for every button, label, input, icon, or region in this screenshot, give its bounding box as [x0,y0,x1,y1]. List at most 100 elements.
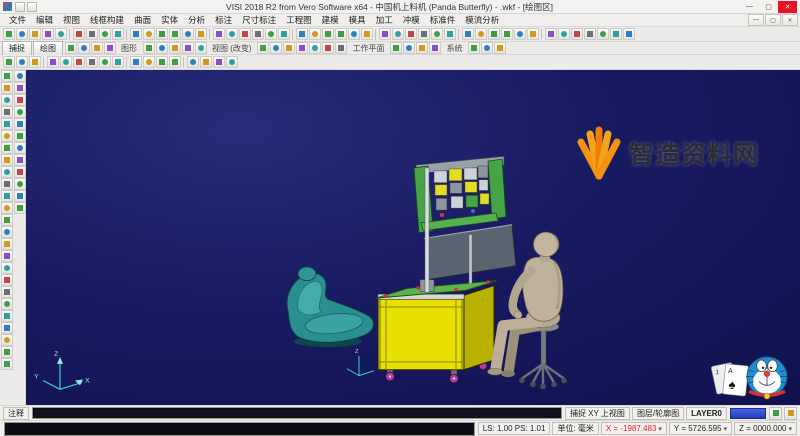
toolbar-icon[interactable] [156,42,168,54]
toolbar-icon[interactable] [86,56,98,68]
toolbar-icon[interactable] [130,28,142,40]
toolbar-icon[interactable] [309,42,321,54]
toolbar-icon[interactable] [3,28,15,40]
toolbar-icon[interactable] [501,28,513,40]
coordinate-y[interactable]: Y = 5726.595 [669,422,732,435]
menu-item[interactable]: 线框构建 [85,14,129,26]
toolbar-icon[interactable] [156,56,168,68]
toolbar-icon[interactable] [14,190,26,202]
scale-indicator[interactable]: LS: 1.00 PS: 1.01 [478,422,551,435]
toolbar-icon[interactable] [494,42,506,54]
menu-item[interactable]: 冲模 [398,14,425,26]
viewport-3d[interactable]: Z X Y Z J A ♠ [26,70,800,405]
maximize-button[interactable]: ▢ [759,1,778,13]
menu-item[interactable]: 标准件 [425,14,461,26]
toolbar-icon[interactable] [200,56,212,68]
toolbar-icon[interactable] [392,28,404,40]
child-minimize-button[interactable]: — [748,14,764,26]
toolbar-icon[interactable] [1,154,13,166]
toolbar-icon[interactable] [187,56,199,68]
menu-item[interactable]: 模具 [344,14,371,26]
toolbar-tab[interactable]: 捕捉 [2,41,32,56]
menu-item[interactable]: 编辑 [31,14,58,26]
toolbar-icon[interactable] [1,298,13,310]
toolbar-icon[interactable] [1,322,13,334]
toolbar-icon[interactable] [169,56,181,68]
toolbar-icon[interactable] [112,56,124,68]
toolbar-icon[interactable] [213,28,225,40]
toolbar-icon[interactable] [1,310,13,322]
toolbar-icon[interactable] [195,42,207,54]
quick-access-icon[interactable] [27,2,37,12]
toolbar-icon[interactable] [73,28,85,40]
toolbar-icon[interactable] [545,28,557,40]
toolbar-icon[interactable] [379,28,391,40]
toolbar-icon[interactable] [527,28,539,40]
toolbar-icon[interactable] [14,166,26,178]
toolbar-icon[interactable] [143,56,155,68]
view-mode-indicator[interactable]: 图层/轮廓图 [632,407,684,420]
toolbar-icon[interactable] [283,42,295,54]
toolbar-icon[interactable] [1,262,13,274]
toolbar-icon[interactable] [1,142,13,154]
toolbar-icon[interactable] [597,28,609,40]
toolbar-icon[interactable] [60,56,72,68]
toolbar-icon[interactable] [1,190,13,202]
toolbar-icon[interactable] [514,28,526,40]
toolbar-icon[interactable] [14,94,26,106]
toolbar-icon[interactable] [1,334,13,346]
toolbar-icon[interactable] [16,56,28,68]
menu-item[interactable]: 实体 [156,14,183,26]
layer-indicator[interactable]: LAYER0 [686,407,727,420]
toolbar-icon[interactable] [296,42,308,54]
toolbar-icon[interactable] [1,286,13,298]
toolbar-icon[interactable] [265,28,277,40]
toolbar-icon[interactable] [322,42,334,54]
toolbar-icon[interactable] [16,28,28,40]
toolbar-icon[interactable] [1,166,13,178]
toolbar-icon[interactable] [47,56,59,68]
toolbar-icon[interactable] [416,42,428,54]
toolbar-icon[interactable] [1,202,13,214]
toolbar-icon[interactable] [1,118,13,130]
toolbar-icon[interactable] [475,28,487,40]
toolbar-icon[interactable] [239,28,251,40]
toolbar-icon[interactable] [104,42,116,54]
toolbar-icon[interactable] [1,94,13,106]
toolbar-icon[interactable] [623,28,635,40]
toolbar-icon[interactable] [143,28,155,40]
toolbar-icon[interactable] [481,42,493,54]
toolbar-icon[interactable] [1,250,13,262]
toolbar-icon[interactable] [1,274,13,286]
chevron-down-icon[interactable] [724,424,728,433]
toolbar-icon[interactable] [322,28,334,40]
menu-item[interactable]: 模流分析 [460,14,504,26]
toolbar-icon[interactable] [143,42,155,54]
toolbar-icon[interactable] [257,42,269,54]
toolbar-icon[interactable] [130,56,142,68]
toolbar-icon[interactable] [14,178,26,190]
toolbar-icon[interactable] [55,28,67,40]
toolbar-icon[interactable] [42,28,54,40]
toolbar-icon[interactable] [418,28,430,40]
chevron-down-icon[interactable] [658,424,662,433]
toolbar-icon[interactable] [14,154,26,166]
toolbar-icon[interactable] [86,28,98,40]
toolbar-icon[interactable] [14,118,26,130]
toolbar-icon[interactable] [78,42,90,54]
toolbar-icon[interactable] [431,28,443,40]
toolbar-icon[interactable] [1,70,13,82]
toolbar-icon[interactable] [213,56,225,68]
child-restore-button[interactable]: ▢ [765,14,781,26]
menu-item[interactable]: 标注 [210,14,237,26]
toolbar-icon[interactable] [195,28,207,40]
toolbar-icon[interactable] [29,56,41,68]
toolbar-icon[interactable] [468,42,480,54]
menu-item[interactable]: 加工 [371,14,398,26]
toolbar-icon[interactable] [429,42,441,54]
toolbar-icon[interactable] [226,28,238,40]
toolbar-tab[interactable]: 绘图 [33,41,63,56]
units-indicator[interactable]: 单位: 毫米 [552,422,598,435]
toolbar-icon[interactable] [112,28,124,40]
command-input[interactable] [32,407,562,419]
